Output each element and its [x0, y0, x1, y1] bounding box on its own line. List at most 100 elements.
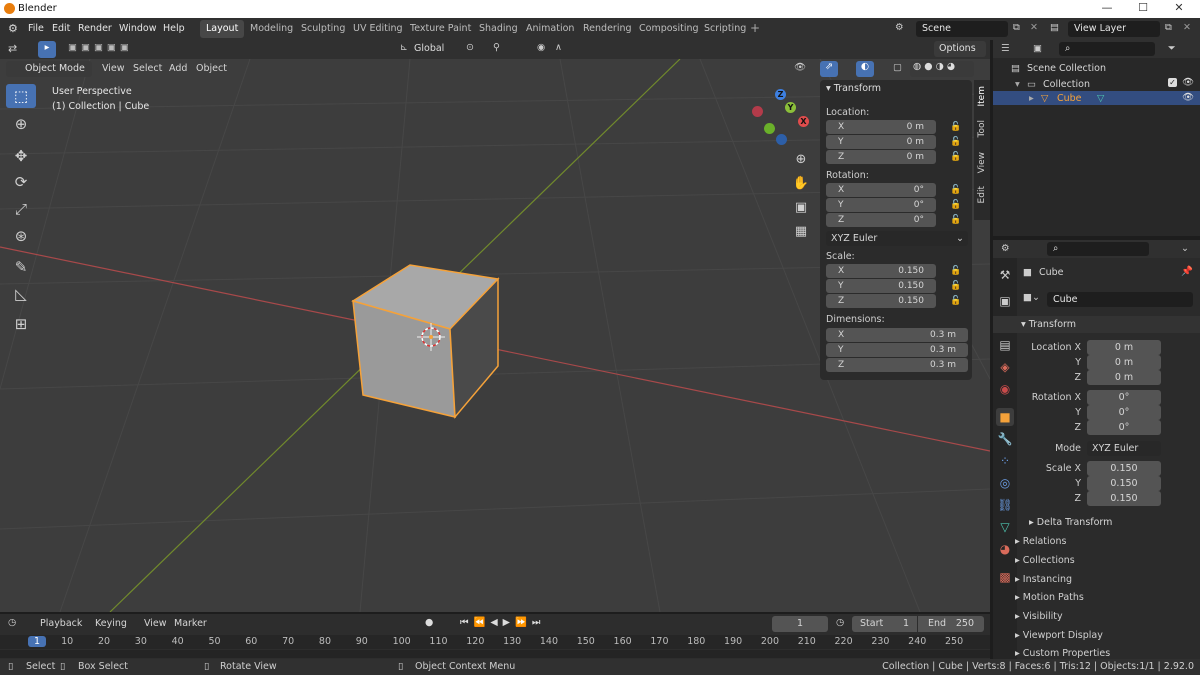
scale-x-field[interactable]: X 0.150: [826, 264, 936, 278]
options-dropdown[interactable]: Options: [934, 41, 986, 57]
lock-icon[interactable]: 🔓: [950, 152, 961, 162]
measure-tool-icon[interactable]: ◺: [6, 282, 36, 306]
data-tab-icon[interactable]: ▽: [996, 518, 1014, 536]
menu-render[interactable]: Render: [78, 23, 112, 34]
current-frame-field[interactable]: 1: [772, 616, 828, 632]
pan-hand-icon[interactable]: ✋: [790, 174, 812, 194]
rotation-x-field[interactable]: X 0°: [826, 183, 936, 197]
timeline-menu-playback[interactable]: Playback: [40, 618, 82, 629]
delete-scene-icon[interactable]: ✕: [1030, 22, 1038, 33]
navigation-gizmo[interactable]: Z Y X: [752, 86, 812, 146]
new-view-layer-icon[interactable]: ⧉: [1165, 22, 1172, 33]
new-scene-icon[interactable]: ⧉: [1013, 22, 1020, 33]
npanel-transform-header[interactable]: ▾ Transform: [826, 83, 881, 94]
tab-animation[interactable]: Animation: [520, 20, 580, 38]
lock-icon[interactable]: 🔓: [950, 137, 961, 147]
proportional-edit-icon[interactable]: ◉: [537, 42, 545, 53]
transform-tool-icon[interactable]: ⊛: [6, 224, 36, 248]
zoom-icon[interactable]: ⊕: [790, 150, 812, 170]
mode-dropdown[interactable]: Object Mode: [6, 61, 92, 77]
prop-location-z[interactable]: 0 m: [1087, 370, 1161, 385]
scale-tool-icon[interactable]: ⤢: [6, 197, 36, 221]
add-cube-tool-icon[interactable]: ⊞: [6, 312, 36, 336]
cursor-tool-icon[interactable]: ⊕: [6, 112, 36, 136]
panel-custom-properties[interactable]: ▸ Custom Properties: [1015, 648, 1110, 659]
tab-sculpting[interactable]: Sculpting: [295, 20, 351, 38]
timeline-editor-icon[interactable]: ◷: [8, 617, 16, 628]
eye-icon[interactable]: 👁: [1182, 77, 1194, 88]
visibility-icon[interactable]: 👁: [794, 62, 806, 73]
tab-shading[interactable]: Shading: [473, 20, 524, 38]
rotation-z-field[interactable]: Z 0°: [826, 213, 936, 227]
tab-uv-editing[interactable]: UV Editing: [347, 20, 409, 38]
maximize-icon[interactable]: ☐: [1136, 1, 1150, 14]
gizmo-toggle-icon[interactable]: ⇗: [820, 61, 838, 77]
view-layer-icon[interactable]: ▤: [1050, 22, 1059, 33]
tab-tool[interactable]: Tool: [977, 120, 987, 137]
tab-view[interactable]: View: [977, 152, 987, 173]
xray-icon[interactable]: ▢: [893, 62, 902, 73]
tab-edit[interactable]: Edit: [977, 186, 987, 203]
expand-arrow-icon[interactable]: ▸: [1029, 93, 1034, 104]
location-z-field[interactable]: Z 0 m: [826, 150, 936, 164]
prop-rotation-y[interactable]: 0°: [1087, 405, 1161, 420]
filter-icon[interactable]: ⏷: [1168, 43, 1176, 54]
menu-window[interactable]: Window: [119, 23, 156, 34]
minimize-icon[interactable]: —: [1100, 1, 1114, 14]
select-tool-icon[interactable]: ▸: [38, 41, 56, 58]
chevron-down-icon[interactable]: ⌄: [1181, 243, 1189, 254]
dimension-y-field[interactable]: Y 0.3 m: [826, 343, 968, 357]
timeline-frame-ruler[interactable]: 1 10 20 30 40 50 60 70 80 90 100 110 120 130 140 150 160…: [0, 635, 990, 649]
object-name-field[interactable]: Cube: [1047, 292, 1193, 307]
annotate-tool-icon[interactable]: ✎: [6, 255, 36, 279]
dimension-z-field[interactable]: Z 0.3 m: [826, 358, 968, 372]
properties-editor-icon[interactable]: ⚙: [1001, 243, 1010, 254]
select-box-tool-icon[interactable]: ⬚: [6, 84, 36, 108]
menu-file[interactable]: File: [28, 23, 44, 34]
pivot-icon[interactable]: ⊙: [466, 42, 474, 53]
view-layer-field[interactable]: View Layer: [1068, 21, 1160, 37]
prop-location-y[interactable]: 0 m: [1087, 355, 1161, 370]
gizmo-z[interactable]: Z: [775, 89, 786, 100]
playback-controls-icons[interactable]: ⏮⏪◀▶⏩⏭: [460, 617, 545, 628]
orientation-dropdown[interactable]: Global: [414, 41, 460, 57]
outliner-cube[interactable]: Cube: [1057, 93, 1082, 104]
tab-modeling[interactable]: Modeling: [244, 20, 299, 38]
panel-motion-paths[interactable]: ▸ Motion Paths: [1015, 592, 1084, 603]
scene-icon[interactable]: ⚙: [895, 22, 904, 33]
gizmo-neg-y[interactable]: [764, 123, 775, 134]
select-mode-icons[interactable]: ▣▣▣▣▣: [68, 42, 133, 53]
lock-icon[interactable]: 🔓: [950, 215, 961, 225]
move-tool-icon[interactable]: ✥: [6, 144, 36, 168]
tab-compositing[interactable]: Compositing: [633, 20, 705, 38]
end-frame-field[interactable]: End 250: [918, 616, 984, 632]
panel-instancing[interactable]: ▸ Instancing: [1015, 574, 1072, 585]
outliner-search-input[interactable]: ⌕: [1059, 42, 1155, 56]
scale-y-field[interactable]: Y 0.150: [826, 279, 936, 293]
blender-menu-icon[interactable]: ⚙: [8, 22, 18, 35]
camera-icon[interactable]: ▣: [790, 198, 812, 218]
viewport-menu-object[interactable]: Object: [196, 63, 227, 74]
gizmo-neg-x[interactable]: [752, 106, 763, 117]
delta-transform-subpanel[interactable]: ▸ Delta Transform: [1029, 517, 1112, 528]
timeline-menu-marker[interactable]: Marker: [174, 618, 207, 629]
gizmo-x[interactable]: X: [798, 116, 809, 127]
location-x-field[interactable]: X 0 m: [826, 120, 936, 134]
viewport-menu-view[interactable]: View: [102, 63, 125, 74]
rotation-mode-dropdown[interactable]: XYZ Euler ⌄: [826, 231, 968, 246]
tab-item[interactable]: Item: [977, 86, 987, 107]
menu-help[interactable]: Help: [163, 23, 185, 34]
prop-rotation-x[interactable]: 0°: [1087, 390, 1161, 405]
prop-rotation-mode-dropdown[interactable]: XYZ Euler: [1087, 441, 1161, 456]
outliner-editor-icon[interactable]: ☰: [1001, 43, 1010, 54]
lock-icon[interactable]: 🔓: [950, 266, 961, 276]
scene-field[interactable]: Scene: [916, 21, 1008, 37]
overlay-toggle-icon[interactable]: ◐: [856, 61, 874, 77]
panel-viewport-display[interactable]: ▸ Viewport Display: [1015, 630, 1103, 641]
expand-arrow-icon[interactable]: ▾: [1015, 79, 1020, 90]
current-frame-marker[interactable]: 1: [28, 636, 46, 647]
lock-icon[interactable]: 🔓: [950, 296, 961, 306]
prop-location-x[interactable]: 0 m: [1087, 340, 1161, 355]
tab-scripting[interactable]: Scripting: [698, 20, 752, 38]
timeline-scrollbar[interactable]: [0, 650, 990, 658]
